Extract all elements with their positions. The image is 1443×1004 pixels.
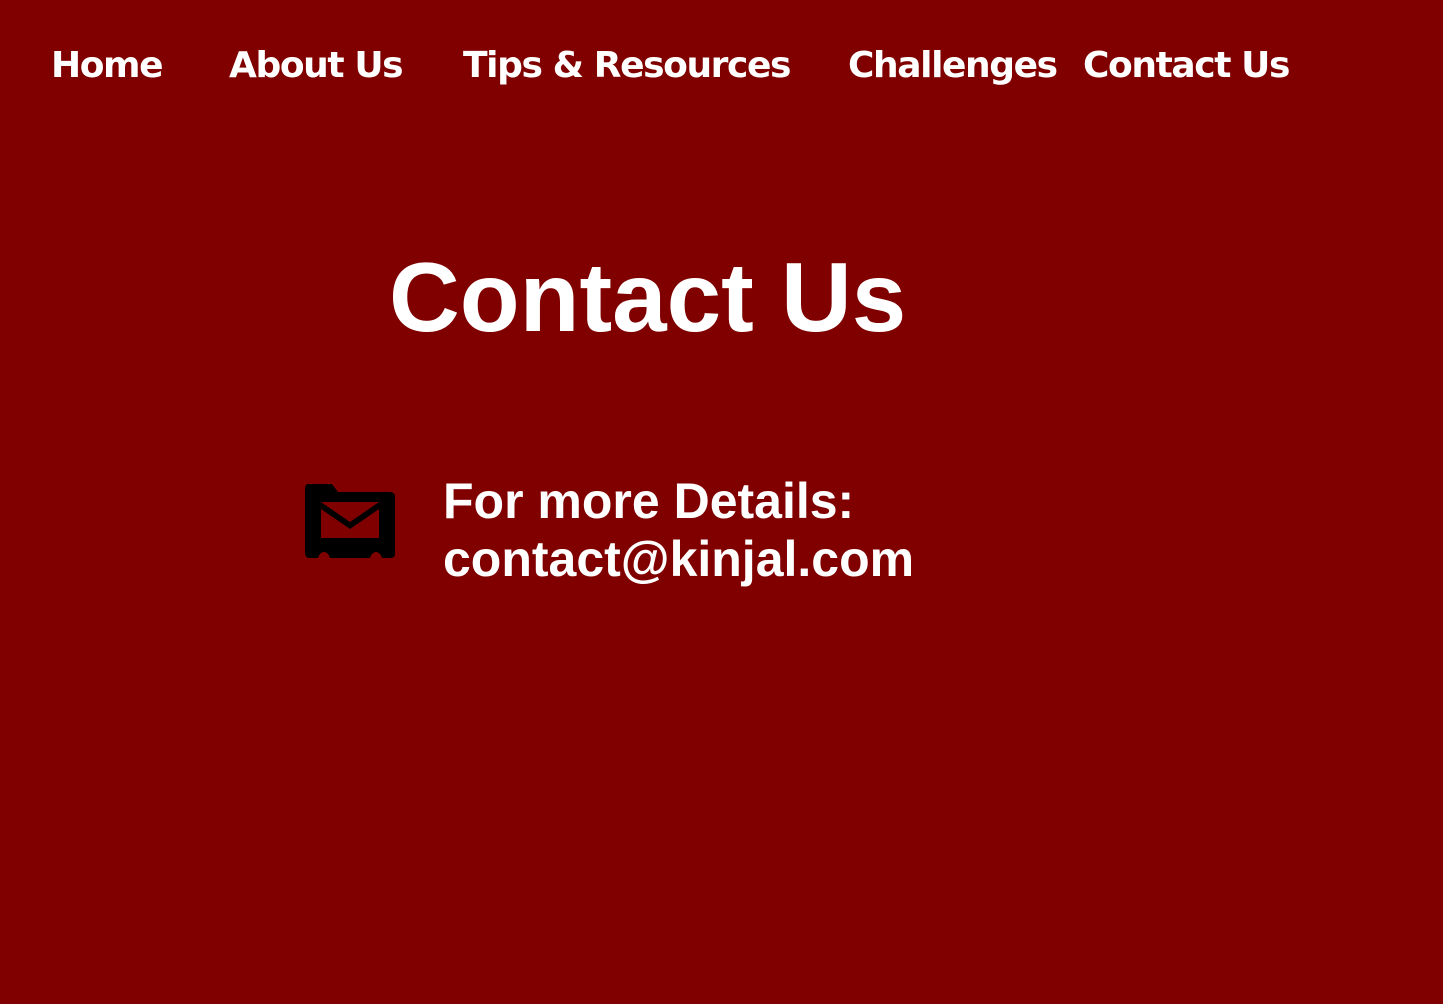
nav-link-tips-resources[interactable]: Tips & Resources (463, 44, 791, 88)
nav-link-home[interactable]: Home (51, 44, 164, 88)
top-navigation: Home About Us Tips & Resources Challenge… (0, 0, 1443, 134)
contact-label: For more Details: (443, 473, 855, 529)
mail-folder-icon (304, 482, 396, 560)
page-title: Contact Us (389, 242, 907, 352)
nav-link-challenges[interactable]: Challenges (848, 44, 1058, 88)
nav-link-contact-us[interactable]: Contact Us (1083, 44, 1290, 88)
email-link[interactable]: contact@kinjal.com (443, 530, 914, 588)
contact-text: For more Details: contact@kinjal.com (443, 472, 914, 588)
nav-link-about-us[interactable]: About Us (229, 44, 404, 88)
contact-details: For more Details: contact@kinjal.com (304, 470, 1104, 600)
